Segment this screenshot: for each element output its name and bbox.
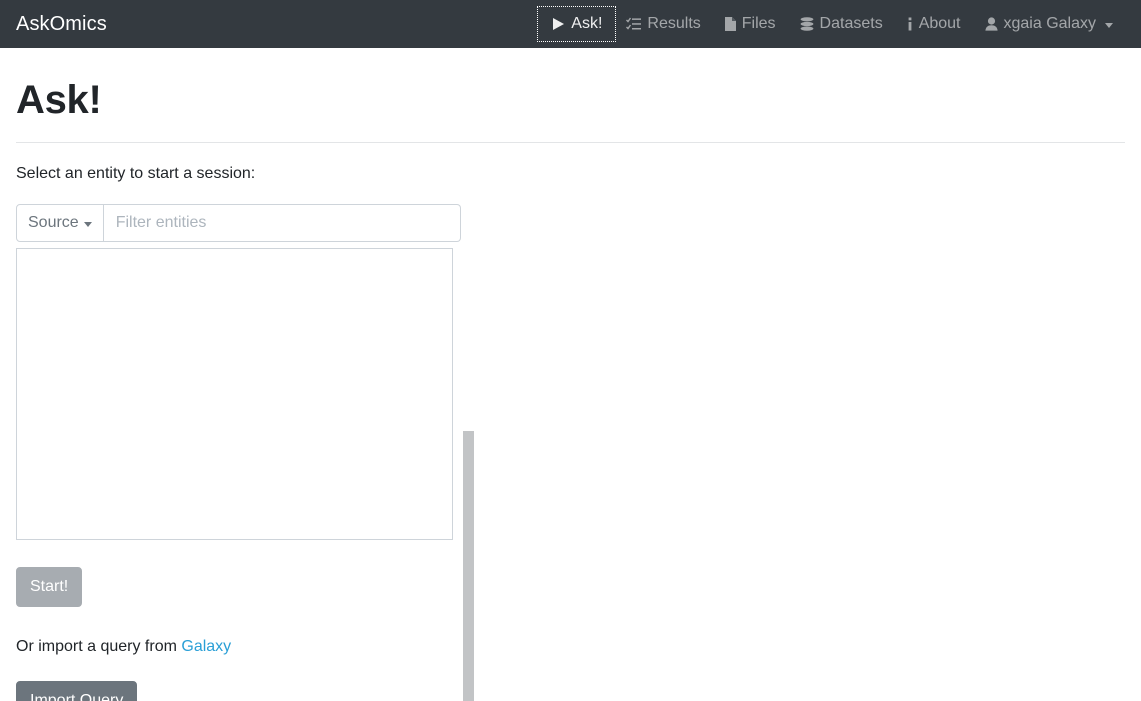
nav-item-results[interactable]: Results [614,8,712,40]
navbar-nav: Ask! Results Files Datasets About xgaia … [537,0,1126,48]
start-button-wrapper: Start! [16,567,1125,607]
source-dropdown-label: Source [28,214,79,231]
nav-item-ask[interactable]: Ask! [537,6,617,42]
entity-selector: Source [16,204,474,701]
info-icon [907,17,913,31]
nav-item-files-label: Files [741,15,776,32]
user-menu-label: xgaia Galaxy [1003,15,1097,32]
nav-item-datasets[interactable]: Datasets [788,8,895,40]
source-dropdown-button[interactable]: Source [16,204,104,242]
main-container: Ask! Select an entity to start a session… [0,76,1141,701]
lead-text: Select an entity to start a session: [16,165,256,182]
entity-listbox-scrollbar[interactable] [463,431,474,701]
entity-input-group: Source [16,204,461,242]
tasks-icon [626,17,642,31]
top-navbar: AskOmics Ask! Results Files Datasets Abo… [0,0,1141,48]
nav-item-ask-label: Ask! [571,15,603,32]
import-button-wrapper: Import Query [16,681,1125,701]
filter-entities-input[interactable] [103,204,461,242]
user-menu[interactable]: xgaia Galaxy [973,8,1126,40]
title-divider [16,142,1125,143]
page-title: Ask! [16,78,102,122]
nav-item-datasets-label: Datasets [819,15,883,32]
database-icon [800,17,814,31]
start-button[interactable]: Start! [16,567,83,607]
galaxy-link[interactable]: Galaxy [181,638,231,655]
app-brand[interactable]: AskOmics [16,14,107,34]
chevron-down-icon [1105,22,1113,28]
user-icon [984,17,998,31]
import-query-line: Or import a query from Galaxy [16,635,1125,659]
nav-item-about[interactable]: About [895,8,973,40]
import-query-prefix: Or import a query from [16,638,182,655]
import-query-button[interactable]: Import Query [16,681,138,701]
nav-item-files[interactable]: Files [713,8,788,40]
play-icon [551,17,565,31]
caret-down-icon [83,221,92,227]
nav-item-about-label: About [918,15,961,32]
entity-listbox[interactable] [16,248,453,540]
file-icon [724,17,736,31]
nav-item-results-label: Results [647,15,701,32]
